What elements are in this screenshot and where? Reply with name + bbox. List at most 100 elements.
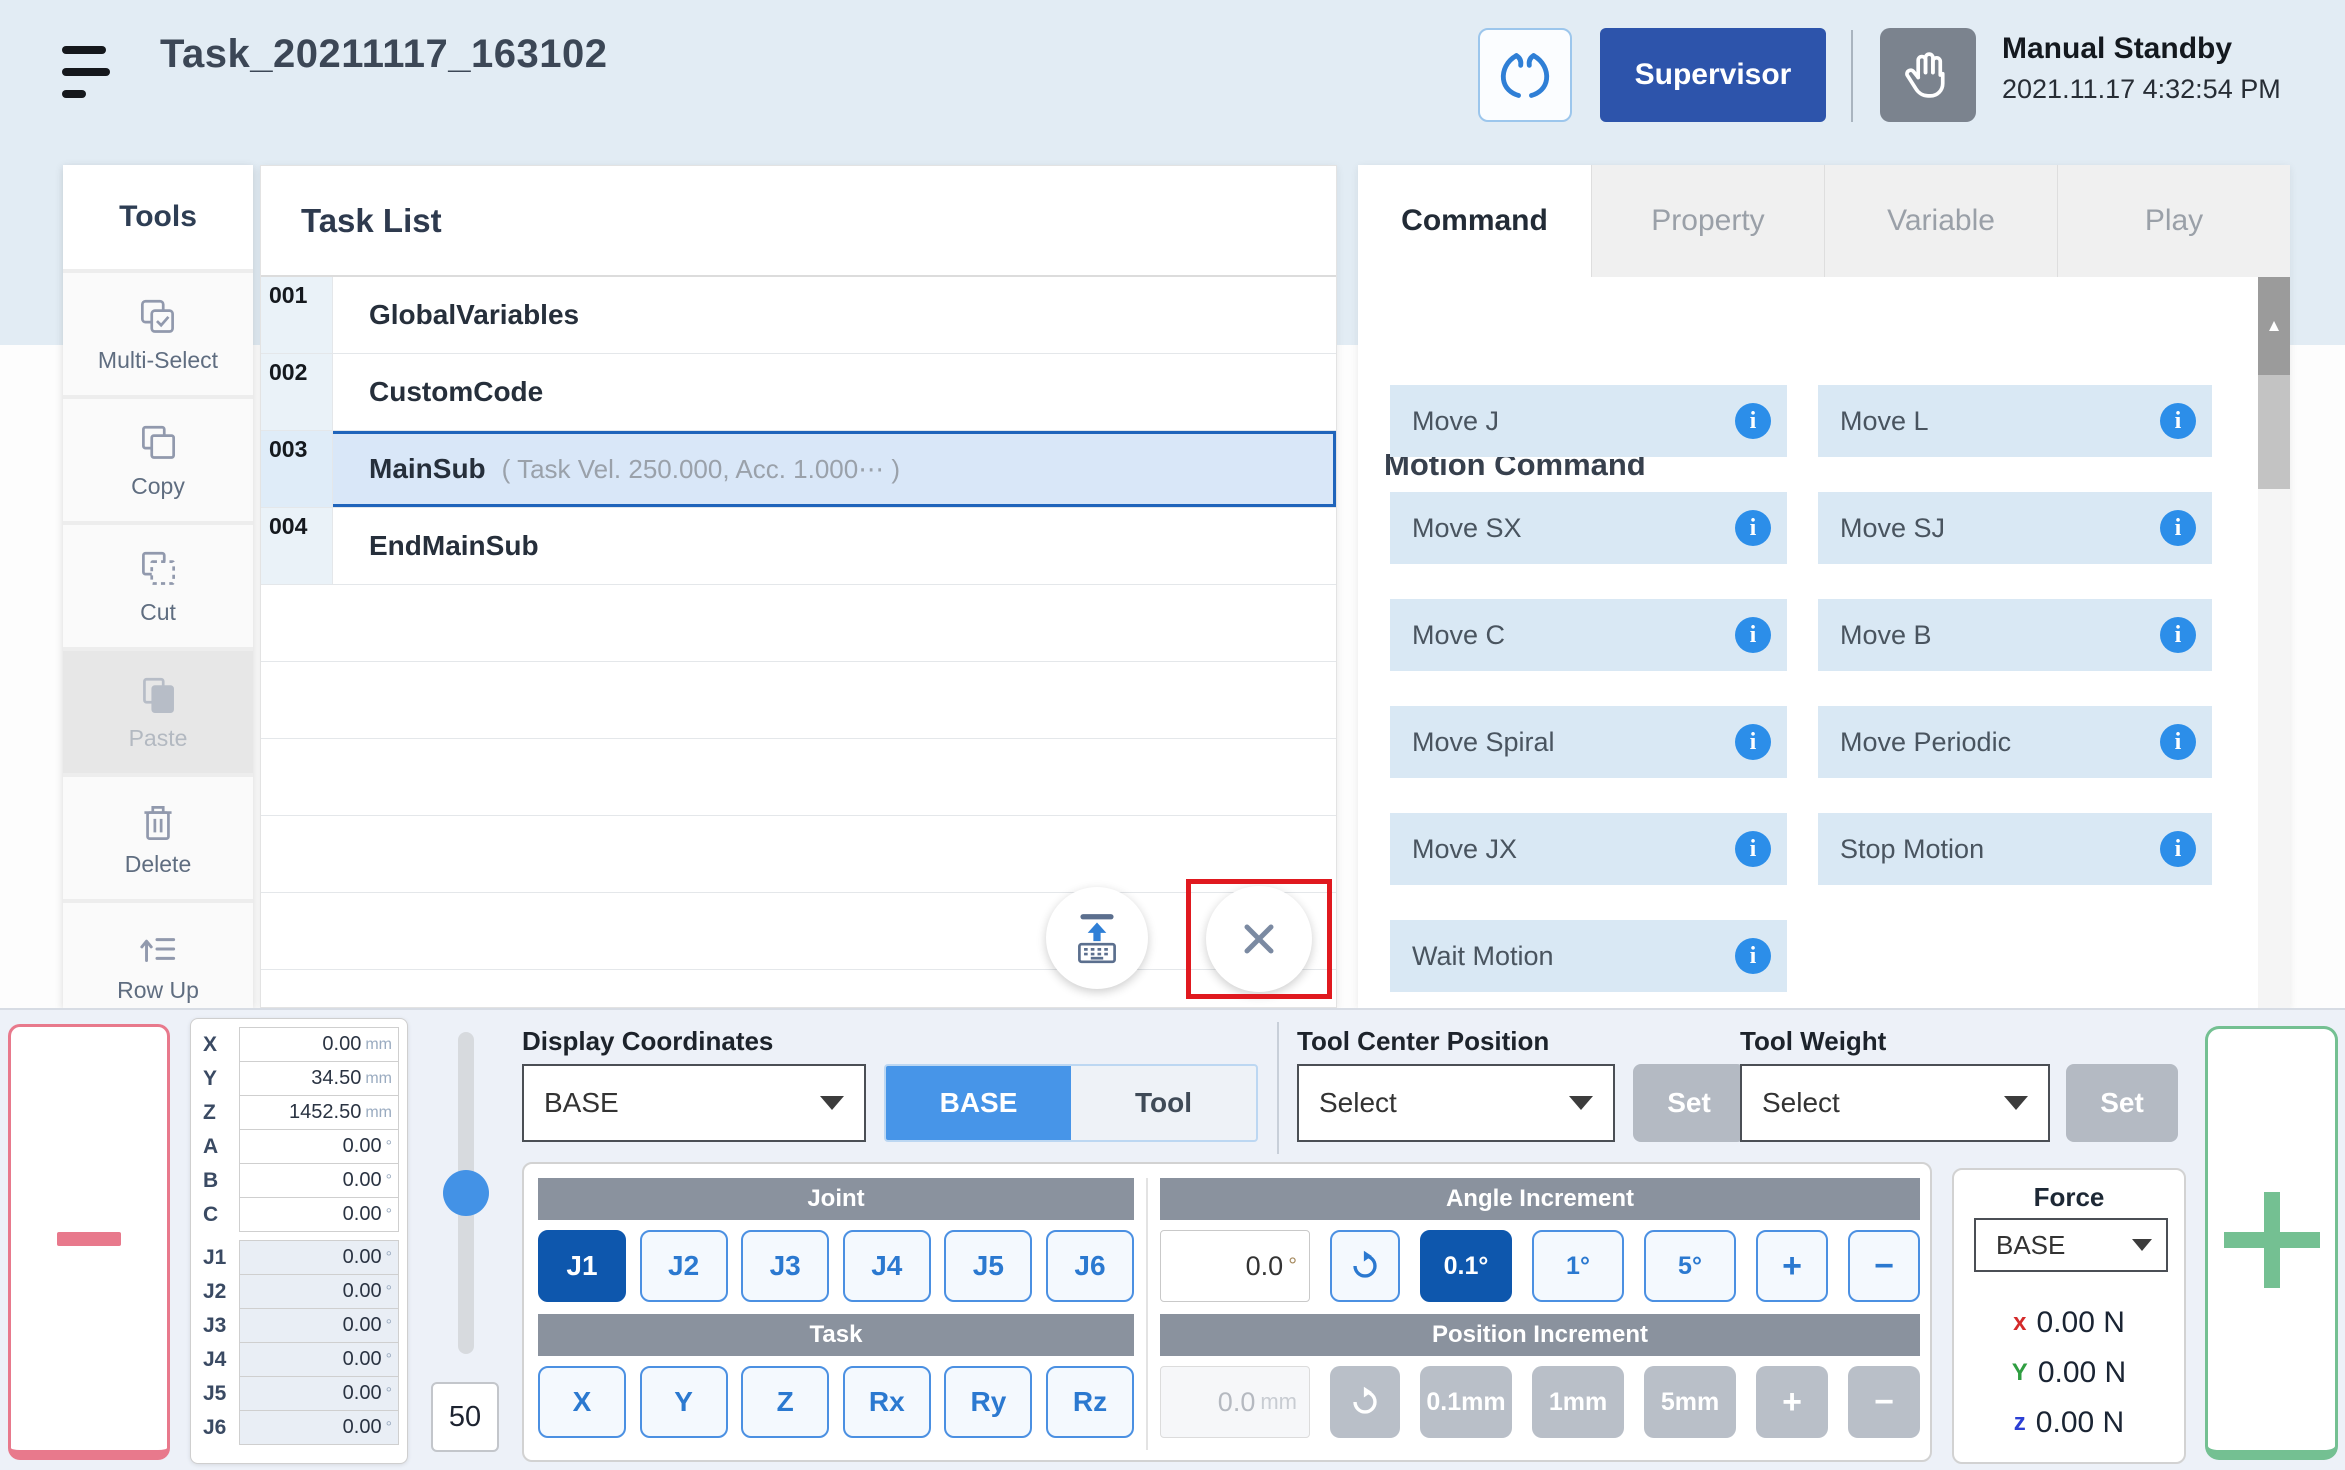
jog-j3-button[interactable]: J3: [741, 1230, 829, 1302]
scroll-up-button[interactable]: ▲: [2258, 277, 2290, 375]
jog-ry-button[interactable]: Ry: [944, 1366, 1032, 1438]
tool-center-position-select[interactable]: Select: [1297, 1064, 1615, 1142]
move-c-button[interactable]: Move C i: [1390, 599, 1787, 671]
tab-property[interactable]: Property: [1591, 165, 1824, 277]
force-value: 0.00 N: [2038, 1356, 2126, 1390]
angle-reset-button[interactable]: [1330, 1230, 1400, 1302]
toggle-tool[interactable]: Tool: [1071, 1066, 1256, 1140]
move-l-button[interactable]: Move L i: [1818, 385, 2212, 457]
jog-rx-button[interactable]: Rx: [843, 1366, 931, 1438]
info-icon[interactable]: i: [2160, 831, 2196, 867]
jog-y-button[interactable]: Y: [640, 1366, 728, 1438]
tool-weight-select[interactable]: Select: [1740, 1064, 2050, 1142]
stop-motion-button[interactable]: Stop Motion i: [1818, 813, 2212, 885]
tool-weight-set-button[interactable]: Set: [2066, 1064, 2178, 1142]
coord-number: 0.00: [343, 1382, 382, 1405]
angle-plus-button[interactable]: +: [1756, 1230, 1828, 1302]
move-sx-button[interactable]: Move SX i: [1390, 492, 1787, 564]
status-timestamp: 2021.11.17 4:32:54 PM: [2002, 74, 2281, 105]
position-increment-input[interactable]: 0.0 mm: [1160, 1366, 1310, 1438]
tool-paste-button[interactable]: Paste: [63, 651, 253, 773]
position-preset-0.1mm-button[interactable]: 0.1mm: [1420, 1366, 1512, 1438]
jog-j1-button[interactable]: J1: [538, 1230, 626, 1302]
move-sj-button[interactable]: Move SJ i: [1818, 492, 2212, 564]
speed-slider-knob[interactable]: [443, 1170, 489, 1216]
info-icon[interactable]: i: [2160, 617, 2196, 653]
jog-x-button[interactable]: X: [538, 1366, 626, 1438]
base-tool-toggle: BASE Tool: [884, 1064, 1258, 1142]
info-icon[interactable]: i: [1735, 617, 1771, 653]
position-plus-button[interactable]: +: [1756, 1366, 1828, 1438]
info-icon[interactable]: i: [1735, 831, 1771, 867]
position-preset-1mm-button[interactable]: 1mm: [1532, 1366, 1624, 1438]
jog-z-button[interactable]: Z: [741, 1366, 829, 1438]
coord-number: 0.00: [322, 1033, 361, 1056]
close-button[interactable]: [1206, 886, 1312, 992]
jog-j6-button[interactable]: J6: [1046, 1230, 1134, 1302]
tool-row-up-button[interactable]: Row Up: [63, 903, 253, 1008]
coord-unit: mm: [365, 1036, 392, 1054]
move-periodic-button[interactable]: Move Periodic i: [1818, 706, 2212, 778]
angle-increment-input[interactable]: 0.0 °: [1160, 1230, 1310, 1302]
display-coordinates-select[interactable]: BASE: [522, 1064, 866, 1142]
tool-cut-button[interactable]: Cut: [63, 525, 253, 647]
coord-row: X 0.00mm: [199, 1028, 399, 1062]
info-icon[interactable]: i: [2160, 403, 2196, 439]
tool-multi-select-button[interactable]: Multi-Select: [63, 273, 253, 395]
wait-motion-button[interactable]: Wait Motion i: [1390, 920, 1787, 992]
angle-preset-1-button[interactable]: 1°: [1532, 1230, 1624, 1302]
info-icon[interactable]: i: [1735, 403, 1771, 439]
position-minus-button[interactable]: −: [1848, 1366, 1920, 1438]
jog-j4-button[interactable]: J4: [843, 1230, 931, 1302]
move-j-button[interactable]: Move J i: [1390, 385, 1787, 457]
task-row-selected[interactable]: 003 MainSub ( Task Vel. 250.000, Acc. 1.…: [261, 431, 1336, 508]
tab-command[interactable]: Command: [1358, 165, 1591, 277]
speed-value-box[interactable]: 50: [431, 1382, 499, 1452]
jog-rz-button[interactable]: Rz: [1046, 1366, 1134, 1438]
tool-label: Row Up: [117, 977, 199, 1004]
gripper-button[interactable]: [1478, 28, 1572, 122]
jog-j2-button[interactable]: J2: [640, 1230, 728, 1302]
position-reset-button[interactable]: [1330, 1366, 1400, 1438]
angle-minus-button[interactable]: −: [1848, 1230, 1920, 1302]
jog-j5-button[interactable]: J5: [944, 1230, 1032, 1302]
info-icon[interactable]: i: [2160, 724, 2196, 760]
jog-plus-button[interactable]: [2205, 1026, 2338, 1460]
task-row[interactable]: 002 CustomCode: [261, 354, 1336, 431]
toggle-base[interactable]: BASE: [886, 1066, 1071, 1140]
angle-preset-5-button[interactable]: 5°: [1644, 1230, 1736, 1302]
info-icon[interactable]: i: [1735, 724, 1771, 760]
tab-variable[interactable]: Variable: [1824, 165, 2057, 277]
manual-mode-button[interactable]: [1880, 28, 1976, 122]
move-b-button[interactable]: Move B i: [1818, 599, 2212, 671]
command-scrollbar[interactable]: ▲: [2258, 277, 2290, 1008]
tools-panel: Tools Multi-Select Copy: [63, 165, 253, 1008]
tool-copy-button[interactable]: Copy: [63, 399, 253, 521]
info-icon[interactable]: i: [2160, 510, 2196, 546]
task-row[interactable]: 001 GlobalVariables: [261, 277, 1336, 354]
tools-panel-title: Tools: [63, 165, 253, 269]
task-list-title: Task List: [301, 202, 442, 240]
coord-row: J4 0.00°: [199, 1343, 399, 1377]
force-frame-select[interactable]: BASE: [1974, 1218, 2168, 1272]
info-icon[interactable]: i: [1735, 510, 1771, 546]
move-jx-button[interactable]: Move JX i: [1390, 813, 1787, 885]
tool-weight-label: Tool Weight: [1740, 1026, 1886, 1057]
scrollbar-thumb[interactable]: [2258, 375, 2290, 489]
move-spiral-button[interactable]: Move Spiral i: [1390, 706, 1787, 778]
tab-play[interactable]: Play: [2057, 165, 2290, 277]
coord-row: J2 0.00°: [199, 1275, 399, 1309]
virtual-keyboard-button[interactable]: [1046, 887, 1148, 989]
tool-delete-button[interactable]: Delete: [63, 777, 253, 899]
supervisor-button[interactable]: Supervisor: [1600, 28, 1826, 122]
tool-center-position-set-button[interactable]: Set: [1633, 1064, 1745, 1142]
coord-label: J3: [199, 1309, 239, 1343]
coord-number: 0.00: [343, 1280, 382, 1303]
hamburger-menu-icon[interactable]: [62, 46, 114, 106]
angle-preset-0.1-button[interactable]: 0.1°: [1420, 1230, 1512, 1302]
jog-minus-button[interactable]: [8, 1024, 170, 1460]
task-row[interactable]: 004 EndMainSub: [261, 508, 1336, 585]
motion-command-grid: Move J i Move L i Move SX i Move SJ i Mo…: [1390, 385, 2212, 992]
position-preset-5mm-button[interactable]: 5mm: [1644, 1366, 1736, 1438]
info-icon[interactable]: i: [1735, 938, 1771, 974]
